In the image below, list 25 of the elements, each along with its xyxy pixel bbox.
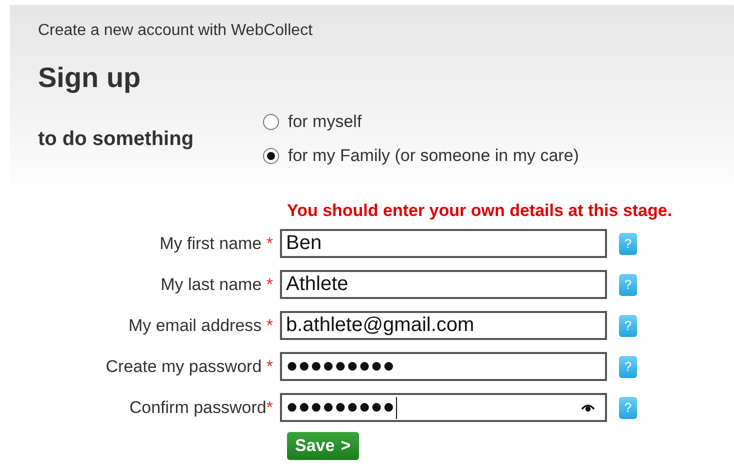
subtitle: Create a new account with WebCollect [38, 22, 314, 40]
radio-label[interactable]: for my Family (or someone in my care) [288, 146, 579, 166]
field-label: My email address [128, 316, 262, 336]
input-field[interactable]: Ben [280, 229, 607, 258]
radio-button[interactable] [263, 148, 279, 164]
input-field[interactable]: ●●●●●●●●● [280, 393, 607, 422]
field-label: My first name [160, 234, 262, 254]
required-mark: * [265, 274, 273, 294]
eye-icon[interactable] [581, 403, 595, 412]
required-mark: * [266, 398, 273, 418]
warning-message: You should enter your own details at this stage. [287, 201, 674, 221]
field-label: Create my password [106, 356, 262, 376]
purpose-label: to do something [38, 128, 195, 150]
save-button[interactable]: Save > [287, 432, 359, 460]
radio-button[interactable] [263, 114, 279, 130]
page-title: Sign up [38, 62, 142, 94]
field-label: My last name [160, 274, 262, 294]
radio-label[interactable]: for myself [288, 112, 362, 132]
required-mark: * [265, 316, 273, 336]
field-label: Confirm password [129, 398, 266, 418]
input-field[interactable]: Athlete [280, 270, 607, 299]
input-field[interactable]: ●●●●●●●●● [280, 352, 607, 381]
required-mark: * [265, 234, 273, 254]
input-field[interactable]: b.athlete@gmail.com [280, 311, 607, 340]
required-mark: * [265, 356, 273, 376]
